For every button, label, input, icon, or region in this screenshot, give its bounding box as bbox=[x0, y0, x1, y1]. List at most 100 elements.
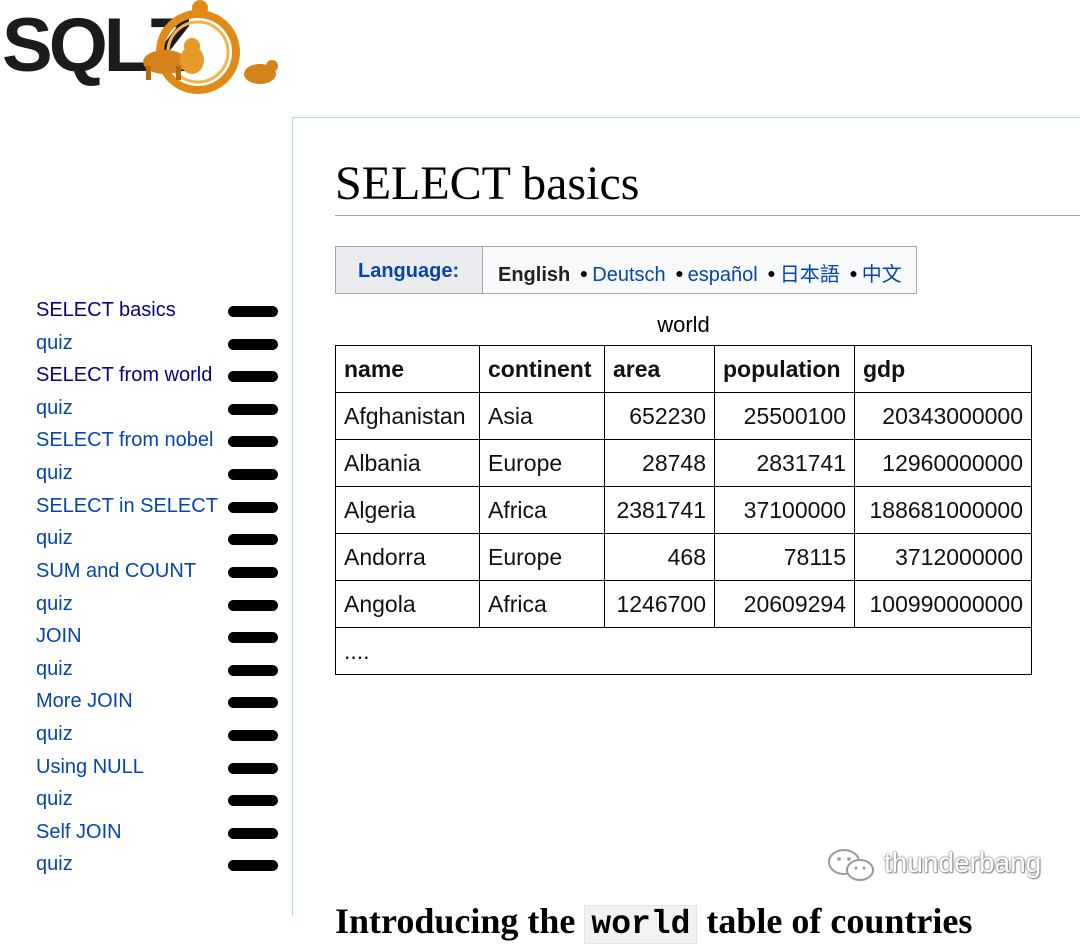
cell-area: 1246700 bbox=[604, 580, 715, 628]
progress-bar bbox=[228, 339, 278, 350]
sidebar-item: quiz bbox=[36, 590, 280, 622]
cell-population: 37100000 bbox=[714, 486, 855, 534]
progress-bar bbox=[228, 860, 278, 871]
sidebar-link[interactable]: quiz bbox=[36, 723, 73, 746]
cell-name: Andorra bbox=[335, 533, 480, 581]
sidebar-item: SUM and COUNT bbox=[36, 557, 280, 589]
sidebar-link[interactable]: Using NULL bbox=[36, 756, 144, 779]
separator-dot-icon: ● bbox=[579, 265, 589, 281]
page-title: SELECT basics bbox=[335, 157, 640, 210]
sidebar-link[interactable]: quiz bbox=[36, 332, 73, 355]
sidebar-item: Using NULL bbox=[36, 753, 280, 785]
separator-dot-icon: ● bbox=[675, 265, 684, 281]
wechat-icon bbox=[828, 849, 874, 881]
sidebar-link[interactable]: quiz bbox=[36, 462, 73, 485]
progress-bar bbox=[228, 502, 278, 513]
column-header-name: name bbox=[335, 345, 480, 393]
progress-bar bbox=[228, 697, 278, 708]
sidebar-item: quiz bbox=[36, 655, 280, 687]
sidebar-link[interactable]: Self JOIN bbox=[36, 821, 122, 844]
progress-bar bbox=[228, 567, 278, 578]
cell-gdp: 100990000000 bbox=[854, 580, 1032, 628]
table-header-row: name continent area population gdp bbox=[335, 345, 1032, 393]
sidebar-item: SELECT basics bbox=[36, 296, 280, 328]
sidebar-link[interactable]: JOIN bbox=[36, 625, 82, 648]
progress-bar bbox=[228, 534, 278, 545]
watermark-text: thunderbang bbox=[884, 847, 1042, 878]
progress-bar bbox=[228, 371, 278, 382]
content-panel: SELECT basics Language: English ● Deutsch… bbox=[292, 117, 1080, 944]
sidebar-item: More JOIN bbox=[36, 687, 280, 719]
sidebar-link[interactable]: SELECT from world bbox=[36, 364, 212, 387]
cell-population: 2831741 bbox=[714, 439, 855, 487]
section-heading: Introducing the world table of countries bbox=[335, 900, 972, 944]
progress-bar bbox=[228, 665, 278, 676]
table-row: Algeria Africa 2381741 37100000 18868100… bbox=[335, 486, 1032, 534]
sidebar-link[interactable]: SELECT in SELECT bbox=[36, 495, 218, 518]
cell-name: Afghanistan bbox=[335, 392, 480, 440]
progress-bar bbox=[228, 795, 278, 806]
sidebar-item: quiz bbox=[36, 785, 280, 817]
language-link-chinese[interactable]: 中文 bbox=[862, 264, 902, 286]
sidebar-item: SELECT in SELECT bbox=[36, 492, 280, 524]
cell-area: 2381741 bbox=[604, 486, 715, 534]
sidebar-item: quiz bbox=[36, 394, 280, 426]
cell-gdp: 3712000000 bbox=[854, 533, 1032, 581]
separator-dot-icon: ● bbox=[849, 265, 858, 281]
language-link-espanol[interactable]: español bbox=[688, 264, 758, 286]
cell-gdp: 12960000000 bbox=[854, 439, 1032, 487]
language-label[interactable]: Language: bbox=[358, 260, 459, 283]
cell-area: 468 bbox=[604, 533, 715, 581]
progress-bar bbox=[228, 763, 278, 774]
sidebar-link[interactable]: SELECT basics bbox=[36, 299, 176, 322]
table-row: Albania Europe 28748 2831741 12960000000 bbox=[335, 439, 1032, 487]
table-row: Afghanistan Asia 652230 25500100 2034300… bbox=[335, 392, 1032, 440]
sidebar-link[interactable]: quiz bbox=[36, 593, 73, 616]
cell-population: 20609294 bbox=[714, 580, 855, 628]
sidebar-item: quiz bbox=[36, 329, 280, 361]
progress-bar bbox=[228, 828, 278, 839]
cell-continent: Africa bbox=[479, 486, 605, 534]
cell-continent: Africa bbox=[479, 580, 605, 628]
sidebar-link[interactable]: SELECT from nobel bbox=[36, 429, 214, 452]
cell-name: Albania bbox=[335, 439, 480, 487]
sidebar-link[interactable]: quiz bbox=[36, 527, 73, 550]
progress-bar bbox=[228, 469, 278, 480]
column-header-area: area bbox=[604, 345, 715, 393]
sidebar-item: SELECT from nobel bbox=[36, 426, 280, 458]
language-label-cell: Language: bbox=[336, 247, 483, 293]
language-bar: Language: English ● Deutsch ● español ● 日本語… bbox=[335, 246, 917, 294]
sidebar-item: quiz bbox=[36, 459, 280, 491]
heading-text-before: Introducing the bbox=[335, 900, 585, 941]
logo-animals-icon bbox=[143, 0, 278, 94]
cell-gdp: 20343000000 bbox=[854, 392, 1032, 440]
progress-bar bbox=[228, 730, 278, 741]
progress-bar bbox=[228, 600, 278, 611]
progress-bar bbox=[228, 306, 278, 317]
heading-code: world bbox=[584, 904, 698, 944]
sidebar-link[interactable]: quiz bbox=[36, 397, 73, 420]
cell-gdp: 188681000000 bbox=[854, 486, 1032, 534]
cell-area: 28748 bbox=[604, 439, 715, 487]
sidebar-link[interactable]: quiz bbox=[36, 853, 73, 876]
cell-population: 78115 bbox=[714, 533, 855, 581]
table-row: Angola Africa 1246700 20609294 100990000… bbox=[335, 580, 1032, 628]
table-caption: world bbox=[657, 312, 710, 337]
sidebar-link[interactable]: quiz bbox=[36, 658, 73, 681]
language-current: English bbox=[498, 264, 571, 286]
language-list: English ● Deutsch ● español ● 日本語 ● 中文 bbox=[498, 258, 902, 287]
sidebar-link[interactable]: SUM and COUNT bbox=[36, 560, 196, 583]
site-logo[interactable]: SQLZ bbox=[0, 0, 290, 100]
cell-continent: Europe bbox=[479, 533, 605, 581]
language-link-japanese[interactable]: 日本語 bbox=[780, 264, 840, 286]
sidebar-link[interactable]: quiz bbox=[36, 788, 73, 811]
column-header-gdp: gdp bbox=[854, 345, 1032, 393]
sidebar-link[interactable]: More JOIN bbox=[36, 690, 133, 713]
language-link-deutsch[interactable]: Deutsch bbox=[592, 264, 665, 286]
cell-name: Angola bbox=[335, 580, 480, 628]
sidebar-item: SELECT from world bbox=[36, 361, 280, 393]
more-rows-ellipsis: .... bbox=[335, 627, 1032, 675]
sidebar-item: JOIN bbox=[36, 622, 280, 654]
column-header-population: population bbox=[714, 345, 855, 393]
sidebar-item: quiz bbox=[36, 720, 280, 752]
